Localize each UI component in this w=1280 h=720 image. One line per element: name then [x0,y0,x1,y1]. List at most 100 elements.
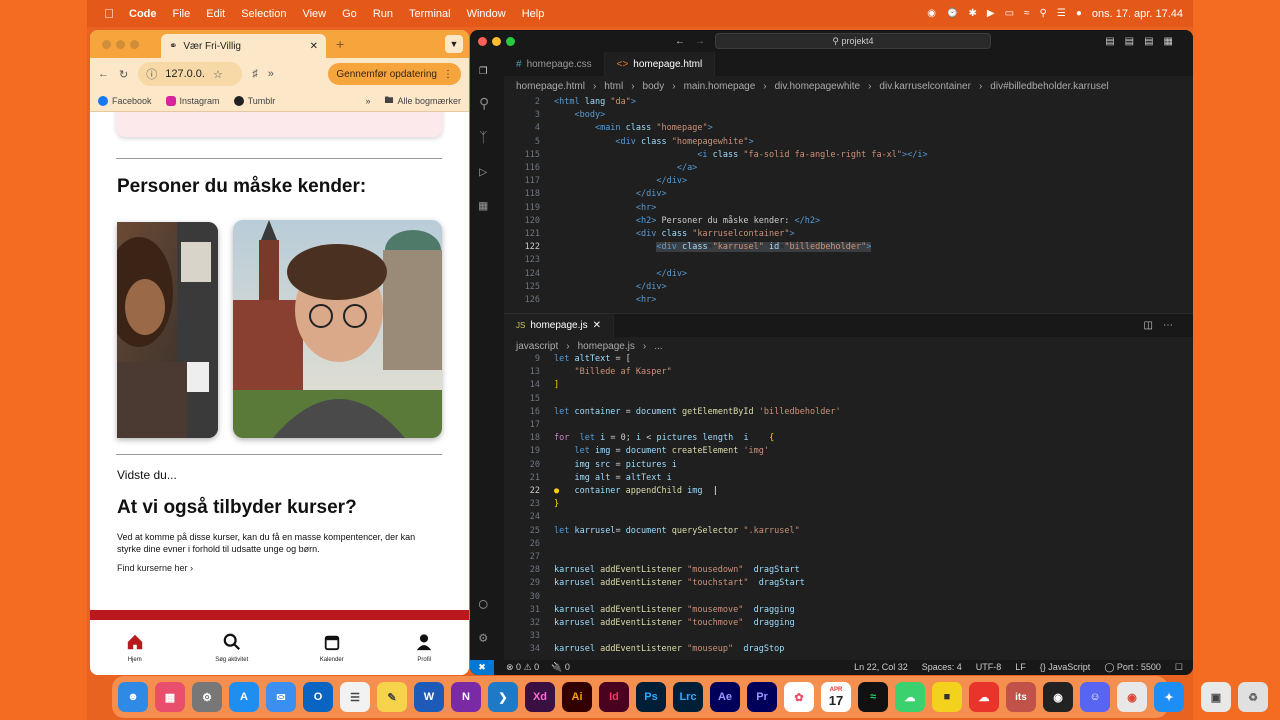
site-info-icon[interactable]: ⓘ [146,66,157,82]
illustrator-icon[interactable]: Ai [562,682,592,712]
bookmark-instagram[interactable]: Instagram [165,95,220,106]
close-tab-icon[interactable]: ✕ [310,41,318,52]
close-window-button[interactable] [102,39,111,49]
menu-window[interactable]: Window [467,8,506,20]
breadcrumb-item[interactable]: div.homepagewhite [775,81,860,92]
launchpad-icon[interactable]: ▦ [155,682,185,712]
breadcrumb-item[interactable]: ... [654,341,662,352]
bookmarks-overflow-icon[interactable]: » [365,96,370,106]
language-mode[interactable]: {} JavaScript [1040,662,1091,673]
settings-gear-icon[interactable]: ⚙ [479,630,495,646]
close-window-button[interactable] [478,36,487,46]
menu-app-name[interactable]: Code [129,8,157,20]
record-icon[interactable]: ◉ [927,8,936,19]
extensions-icon[interactable]: ▦ [479,198,495,214]
menu-help[interactable]: Help [522,8,545,20]
word-icon[interactable]: W [414,682,444,712]
reload-icon[interactable]: ↻ [119,68,128,81]
all-bookmarks[interactable]: 🖿 Alle bogmærker [384,93,461,109]
onenote-icon[interactable]: N [451,682,481,712]
find-courses-link[interactable]: Find kurserne her › [117,563,193,573]
run-debug-icon[interactable]: ▷ [479,164,495,180]
nav-calendar[interactable]: Kalender [320,633,344,663]
line-ending[interactable]: LF [1015,662,1026,673]
play-icon[interactable]: ▶ [987,8,995,19]
bookmark-facebook[interactable]: Facebook [98,95,152,106]
problems-indicator[interactable]: ⊗ 0 ⚠ 0 [506,662,539,673]
breadcrumb-item[interactable]: div.karruselcontainer [879,81,971,92]
carousel-image-1[interactable] [117,222,218,438]
mail-icon[interactable]: ✉ [266,682,296,712]
zoom-window-button[interactable] [130,39,139,49]
tab-homepage-js[interactable]: JS homepage.js ✕ [504,314,614,337]
zoom-window-button[interactable] [506,36,515,46]
discord-icon[interactable]: ☺ [1080,682,1110,712]
js-editor[interactable]: 9 let altText = [ 13 "Billede af Kasper" … [504,353,1193,657]
nav-forward-icon[interactable]: → [695,36,705,47]
menu-go[interactable]: Go [342,8,357,20]
breadcrumb-item[interactable]: main.homepage [684,81,756,92]
spotify-icon[interactable]: ≈ [858,682,888,712]
address-bar[interactable]: ⓘ 127.0.0. ☆ [138,62,243,86]
menu-run[interactable]: Run [373,8,393,20]
carousel-image-2[interactable] [233,220,442,438]
apple-icon[interactable]:  [97,6,121,21]
overflow-chevron-icon[interactable]: » [268,68,274,80]
its-learning-icon[interactable]: its [1006,682,1036,712]
nav-search-activity[interactable]: Søg aktivitet [215,633,248,663]
breadcrumb-item[interactable]: homepage.html [516,81,585,92]
airplay-icon[interactable]: ⌚ [946,8,958,19]
system-settings-icon[interactable]: ⚙ [192,682,222,712]
notes-icon[interactable]: ✎ [377,682,407,712]
update-button[interactable]: Gennemfør opdatering ⋮ [328,63,461,85]
extensions-icon[interactable]: ♯ [252,68,258,80]
nav-profile[interactable]: Profil [415,633,433,663]
cloud-storage-icon[interactable]: ☁ [969,682,999,712]
search-icon[interactable]: ⚲ [479,96,495,112]
menu-edit[interactable]: Edit [206,8,225,20]
breadcrumb-item[interactable]: html [604,81,623,92]
github-desktop-icon[interactable]: ◉ [1043,682,1073,712]
breadcrumb-item[interactable]: homepage.js [578,341,635,352]
safari-icon[interactable]: ✦ [1154,682,1184,712]
wifi-icon[interactable]: ≈ [1024,8,1030,19]
messages-icon[interactable]: ☁ [895,682,925,712]
menu-selection[interactable]: Selection [241,8,286,20]
search-icon[interactable]: ⚲ [1040,8,1047,19]
bookmark-tumblr[interactable]: Tumblr [233,95,275,106]
control-center-icon[interactable]: ☰ [1057,8,1066,19]
source-control-icon[interactable]: ᛉ [479,130,495,146]
indesign-icon[interactable]: Id [599,682,629,712]
indentation[interactable]: Spaces: 4 [922,662,962,673]
lightroom-classic-icon[interactable]: Lrc [673,682,703,712]
trash-icon[interactable]: ♻ [1238,682,1268,712]
breadcrumb-item[interactable]: body [643,81,665,92]
close-tab-icon[interactable]: ✕ [593,320,601,331]
bluetooth-icon[interactable]: ✱ [968,8,976,19]
account-icon[interactable]: ◯ [479,596,495,612]
minimize-window-button[interactable] [492,36,501,46]
notifications-bell-icon[interactable]: ☐ [1175,662,1183,673]
ports-indicator[interactable]: 🔌 0 [551,662,570,673]
nav-home[interactable]: Hjem [126,633,144,663]
reminders-icon[interactable]: ☰ [340,682,370,712]
tab-search-button[interactable]: ▼ [445,35,463,53]
nav-back-icon[interactable]: ← [675,36,685,47]
new-tab-button[interactable]: + [336,36,344,52]
explorer-icon[interactable]: ❐ [479,62,495,78]
photoshop-icon[interactable]: Ps [636,682,666,712]
breadcrumb-item[interactable]: javascript [516,341,558,352]
vscode-icon[interactable]: ❯ [488,682,518,712]
menubar-datetime[interactable]: ons. 17. apr. 17.44 [1092,8,1183,20]
photos-icon[interactable]: ✿ [784,682,814,712]
tab-homepage-html[interactable]: <> homepage.html [604,52,716,76]
layout-toggle-icons[interactable]: ▤▤▤▦ [1105,36,1183,47]
cursor-position[interactable]: Ln 22, Col 32 [854,662,908,673]
battery-icon[interactable]: ▭ [1005,8,1014,19]
calendar-icon[interactable]: APR 17 [821,682,851,712]
chrome-icon[interactable]: ◉ [1117,682,1147,712]
back-icon[interactable]: ← [98,68,109,80]
menu-terminal[interactable]: Terminal [409,8,451,20]
breadcrumb-item[interactable]: div#billedbeholder.karrusel [990,81,1108,92]
menu-view[interactable]: View [302,8,326,20]
